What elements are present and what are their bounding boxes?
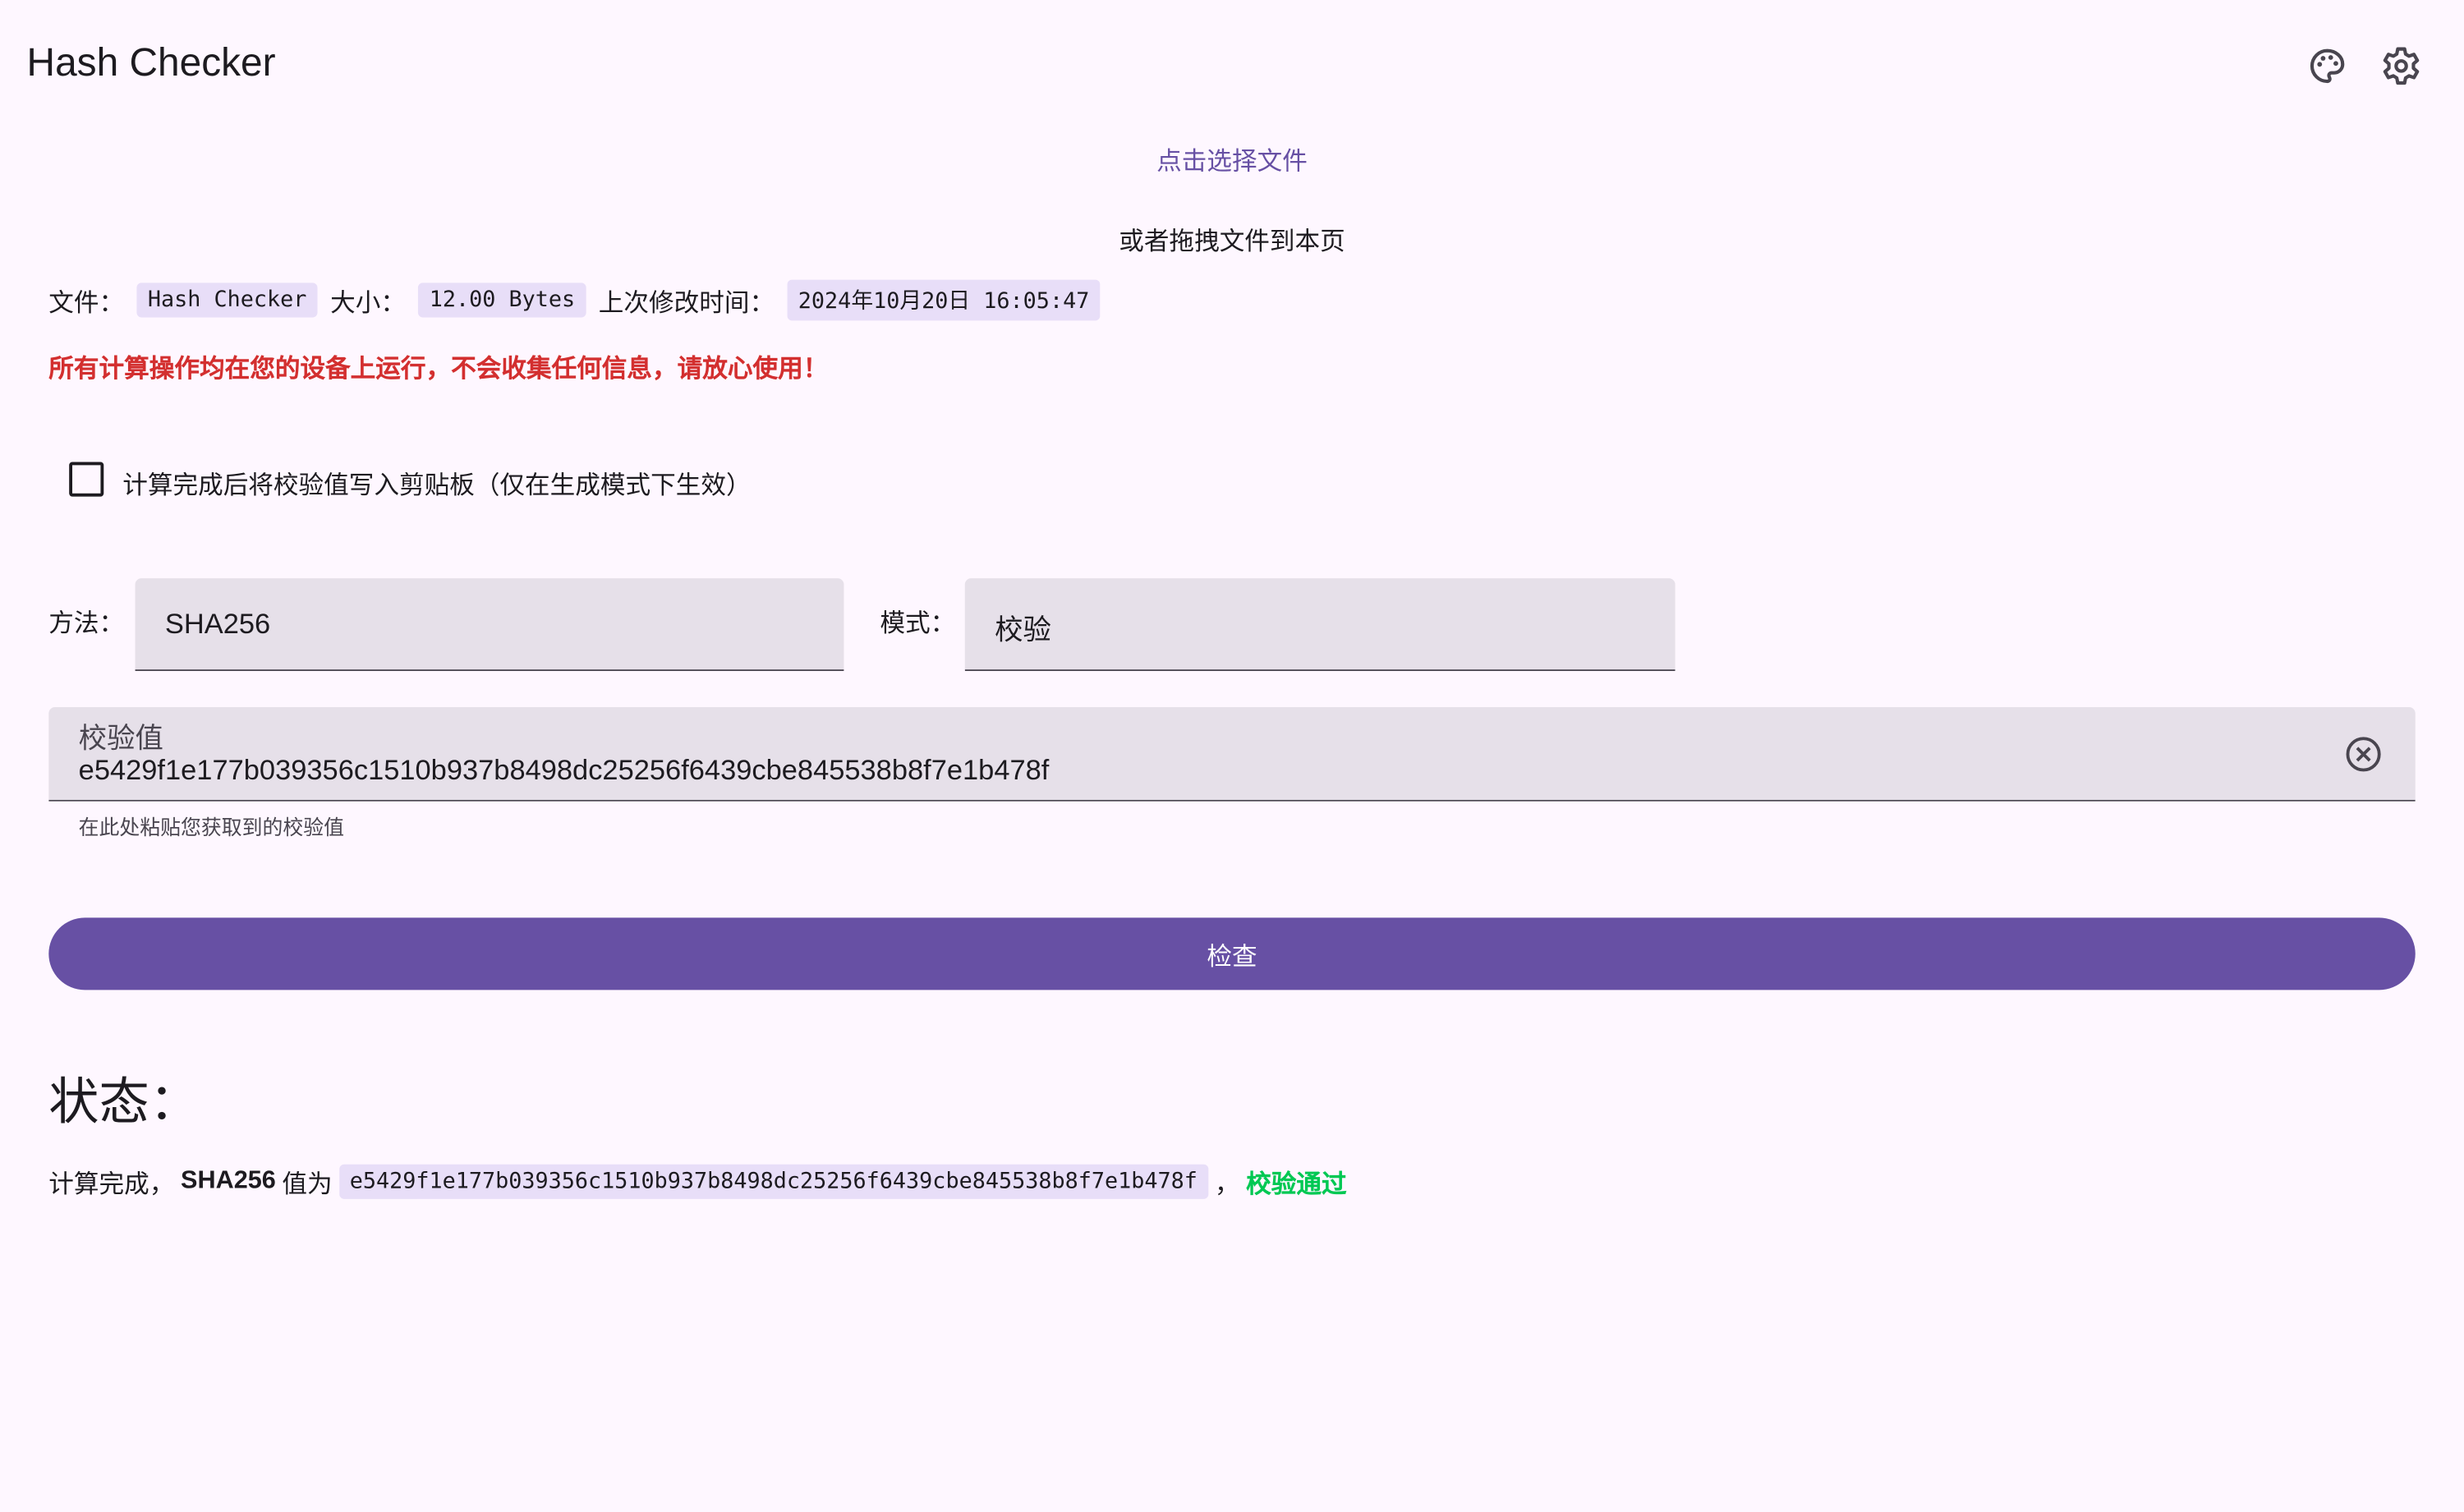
- method-value: SHA256: [164, 608, 271, 640]
- size-label: 大小：: [330, 290, 406, 318]
- clear-icon[interactable]: [2345, 735, 2383, 773]
- hash-input[interactable]: 校验值 e5429f1e177b039356c1510b937b8498dc25…: [48, 706, 2416, 802]
- drag-hint: 或者拖拽文件到本页: [1119, 229, 1345, 256]
- clipboard-checkbox-label[interactable]: 计算完成后将校验值写入剪贴板（仅在生成模式下生效）: [122, 463, 751, 501]
- status-heading: 状态：: [48, 1073, 200, 1130]
- file-label: 文件：: [48, 290, 125, 318]
- privacy-warning: 所有计算操作均在您的设备上运行，不会收集任何信息，请放心使用！: [48, 356, 829, 384]
- status-comma: ，: [1214, 1172, 1240, 1199]
- check-button[interactable]: 检查: [48, 917, 2416, 990]
- palette-icon[interactable]: [2307, 45, 2348, 86]
- clipboard-checkbox[interactable]: [69, 462, 104, 497]
- status-prefix: 计算完成，: [48, 1172, 175, 1199]
- app-title: Hash Checker: [26, 40, 276, 85]
- status-result: 校验通过: [1246, 1172, 1347, 1199]
- mode-value: 校验: [995, 614, 1051, 646]
- file-size: 12.00 Bytes: [418, 283, 586, 318]
- file-info: 文件： Hash Checker 大小： 12.00 Bytes 上次修改时间：…: [48, 279, 1101, 321]
- modified-label: 上次修改时间：: [598, 290, 775, 318]
- status-hash: e5429f1e177b039356c1510b937b8498dc25256f…: [338, 1164, 1209, 1199]
- status-message: 计算完成， SHA256 值为 e5429f1e177b039356c1510b…: [48, 1163, 1347, 1201]
- method-select[interactable]: SHA256: [135, 578, 844, 671]
- gear-icon[interactable]: [2381, 45, 2422, 86]
- mode-select[interactable]: 校验: [964, 578, 1676, 671]
- hash-input-value[interactable]: e5429f1e177b039356c1510b937b8498dc25256f…: [79, 754, 1050, 787]
- hash-input-helper: 在此处粘贴您获取到的校验值: [78, 816, 345, 839]
- modified-time: 2024年10月20日 16:05:47: [787, 279, 1101, 321]
- status-algorithm: SHA256: [181, 1167, 276, 1195]
- select-file-link[interactable]: 点击选择文件: [0, 140, 2464, 177]
- file-name: Hash Checker: [136, 283, 318, 318]
- mode-label: 模式：: [880, 611, 956, 638]
- hash-input-label: 校验值: [78, 723, 163, 755]
- status-middle: 值为: [282, 1172, 333, 1199]
- method-label: 方法：: [48, 611, 125, 638]
